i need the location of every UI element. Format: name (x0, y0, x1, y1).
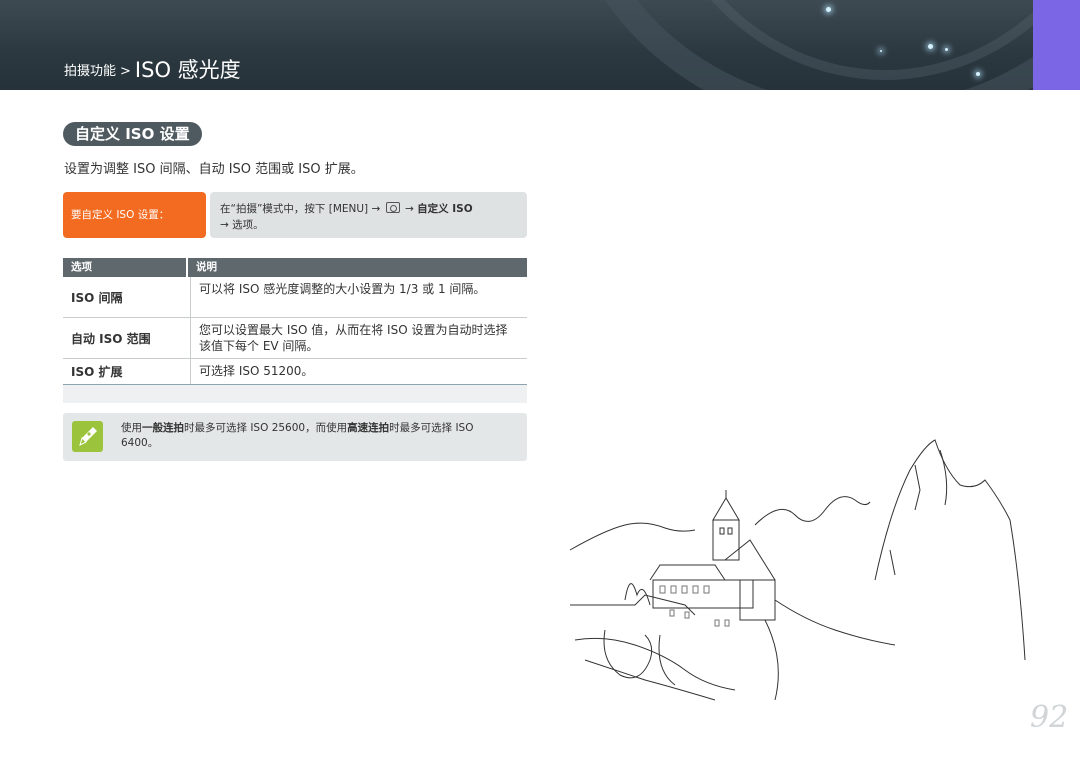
table-header: 选项 说明 (63, 258, 527, 277)
breadcrumb: 拍摄功能 > ISO 感光度 (64, 54, 241, 84)
note-part1: 使用 (121, 422, 142, 434)
sparkle-icon (928, 44, 933, 49)
howto-text-line2: → 选项。 (220, 219, 264, 231)
howto-instructions: 在“拍摄”模式中，按下 [MENU] → → 自定义 ISO → 选项。 (210, 192, 527, 238)
option-name: ISO 间隔 (71, 290, 123, 305)
landscape-illustration (569, 439, 1026, 701)
option-name: ISO 扩展 (71, 365, 123, 379)
option-description: 可选择 ISO 51200。 (190, 359, 527, 384)
note-box: 使用一般连拍时最多可选择 ISO 25600，而使用高速连拍时最多可选择 ISO… (63, 413, 527, 461)
page-number: 92 (1030, 700, 1069, 735)
option-description: 您可以设置最大 ISO 值，从而在将 ISO 设置为自动时选择该值下每个 EV … (190, 318, 527, 358)
sparkle-icon (976, 72, 980, 76)
spacer (63, 385, 527, 403)
sparkle-icon (945, 48, 948, 51)
note-bold1: 一般连拍 (142, 422, 184, 434)
section-intro: 设置为调整 ISO 间隔、自动 ISO 范围或 ISO 扩展。 (64, 162, 364, 177)
option-description: 可以将 ISO 感光度调整的大小设置为 1/3 或 1 间隔。 (190, 277, 527, 317)
camera-icon (385, 202, 400, 213)
table-row: ISO 间隔 可以将 ISO 感光度调整的大小设置为 1/3 或 1 间隔。 (63, 277, 527, 318)
breadcrumb-parent[interactable]: 拍摄功能 (64, 64, 116, 79)
sparkle-icon (880, 50, 882, 52)
howto-badge: 要自定义 ISO 设置： (63, 192, 206, 238)
note-part2: 时最多可选择 ISO 25600，而使用 (184, 422, 348, 434)
option-name: 自动 ISO 范围 (71, 331, 151, 346)
sparkle-icon (826, 7, 831, 12)
column-header-description: 说明 (196, 261, 217, 273)
note-text: 使用一般连拍时最多可选择 ISO 25600，而使用高速连拍时最多可选择 ISO… (121, 421, 511, 451)
howto-arrow: → (404, 203, 414, 215)
howto-menu-item: 自定义 ISO (417, 203, 473, 215)
pen-note-icon (72, 421, 103, 452)
page-title: ISO 感光度 (134, 58, 241, 82)
section-title: 自定义 ISO 设置 (63, 122, 202, 146)
table-row: 自动 ISO 范围 您可以设置最大 ISO 值，从而在将 ISO 设置为自动时选… (63, 318, 527, 359)
howto-text-prefix: 在“拍摄”模式中，按下 [MENU] → (220, 203, 381, 215)
column-header-option: 选项 (63, 258, 188, 277)
note-bold2: 高速连拍 (347, 422, 390, 434)
chapter-tab[interactable] (1033, 0, 1080, 90)
breadcrumb-separator: > (120, 64, 131, 79)
table-row: ISO 扩展 可选择 ISO 51200。 (63, 359, 527, 386)
page-header: 拍摄功能 > ISO 感光度 (0, 0, 1033, 90)
options-table: 选项 说明 ISO 间隔 可以将 ISO 感光度调整的大小设置为 1/3 或 1… (63, 258, 527, 386)
